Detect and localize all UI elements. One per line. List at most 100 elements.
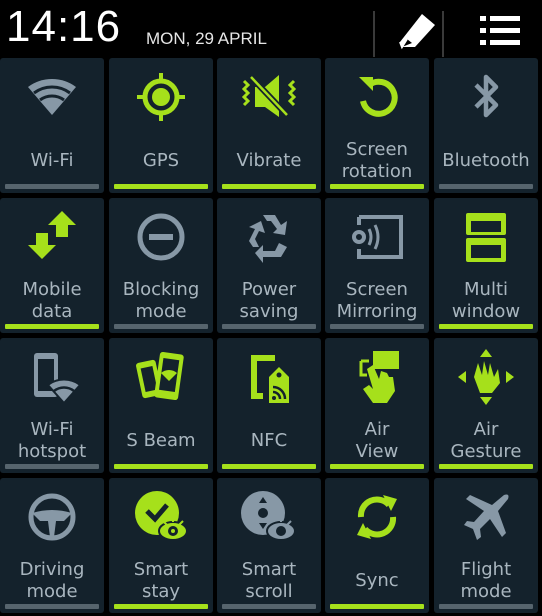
toggle-label: Smart scroll [217, 559, 321, 603]
s-beam-icon [109, 348, 213, 406]
toggle-label: Air Gesture [434, 419, 538, 463]
toggle-s-beam[interactable]: S Beam [109, 338, 213, 473]
toggle-flight-mode[interactable]: Flight mode [434, 478, 538, 613]
toggle-label-line: Wi-Fi [30, 150, 74, 171]
toggle-state-indicator [439, 184, 533, 189]
toggle-label-line: rotation [341, 161, 413, 182]
toggle-label: Power saving [217, 279, 321, 323]
toggle-driving-mode[interactable]: Driving mode [0, 478, 104, 613]
toggle-state-indicator [222, 464, 316, 469]
steering-wheel-icon [0, 488, 104, 546]
toggle-state-indicator [114, 184, 208, 189]
recycle-icon [217, 208, 321, 266]
divider [373, 11, 375, 57]
toggle-label-line: Multi [464, 279, 508, 300]
toggle-label: Screen Mirroring [325, 279, 429, 323]
toggle-label-line: Mobile [22, 279, 82, 300]
toggle-power-saving[interactable]: Power saving [217, 198, 321, 333]
toggle-state-indicator [330, 464, 424, 469]
toggle-label-line: hotspot [17, 441, 87, 462]
toggle-label-line: Screen [346, 279, 408, 300]
toggle-state-indicator [222, 604, 316, 609]
toggle-wifi[interactable]: Wi-Fi [0, 58, 104, 193]
toggle-state-indicator [5, 604, 99, 609]
toggle-label-line: NFC [250, 430, 288, 451]
toggle-label-line: Driving [19, 559, 85, 580]
edit-button[interactable] [390, 8, 442, 54]
toggle-vibrate[interactable]: Vibrate [217, 58, 321, 193]
toggle-label-line: mode [135, 301, 187, 322]
toggle-state-indicator [439, 604, 533, 609]
toggle-sync[interactable]: Sync [325, 478, 429, 613]
hotspot-icon [0, 348, 104, 406]
toggle-nfc[interactable]: NFC [217, 338, 321, 473]
toggle-air-view[interactable]: Air View [325, 338, 429, 473]
toggle-label: Sync [325, 570, 429, 592]
toggle-label-line: stay [141, 581, 181, 602]
data-arrows-icon [0, 208, 104, 266]
clock: 14:16 [6, 2, 122, 51]
toggle-label-line: Power [241, 279, 297, 300]
toggle-label: Wi-Fi hotspot [0, 419, 104, 463]
toggle-wifi-hotspot[interactable]: Wi-Fi hotspot [0, 338, 104, 473]
toggle-smart-stay[interactable]: Smart stay [109, 478, 213, 613]
status-bar: 14:16 MON, 29 APRIL [0, 0, 542, 58]
list-button[interactable] [474, 8, 526, 54]
toggle-smart-scroll[interactable]: Smart scroll [217, 478, 321, 613]
toggle-bluetooth[interactable]: Bluetooth [434, 58, 538, 193]
toggle-state-indicator [439, 464, 533, 469]
toggle-label-line: Flight [460, 559, 512, 580]
toggle-state-indicator [5, 464, 99, 469]
toggle-label: Smart stay [109, 559, 213, 603]
toggle-label-line: Sync [355, 570, 399, 591]
toggle-state-indicator [5, 324, 99, 329]
toggle-label-line: Wi-Fi [30, 419, 74, 440]
toggle-label-line: mode [460, 581, 512, 602]
smart-scroll-icon [217, 488, 321, 546]
toggle-label: Screen rotation [325, 139, 429, 183]
toggle-screen-rotation[interactable]: Screen rotation [325, 58, 429, 193]
toggle-label-line: Gesture [450, 441, 522, 462]
multi-window-icon [434, 208, 538, 266]
toggle-state-indicator [439, 324, 533, 329]
mirroring-icon [325, 208, 429, 266]
toggle-label-line: Mirroring [336, 301, 418, 322]
toggle-label-line: S Beam [126, 430, 196, 451]
toggle-screen-mirroring[interactable]: Screen Mirroring [325, 198, 429, 333]
toggle-label: GPS [109, 150, 213, 172]
toggle-state-indicator [330, 324, 424, 329]
toggle-label: Bluetooth [434, 150, 538, 172]
smart-stay-icon [109, 488, 213, 546]
toggle-label-line: Screen [346, 139, 408, 160]
block-icon [109, 208, 213, 266]
toggle-state-indicator [330, 184, 424, 189]
toggle-label-line: Smart [133, 559, 189, 580]
gps-icon [109, 68, 213, 126]
toggle-state-indicator [114, 604, 208, 609]
rotate-icon [325, 68, 429, 126]
toggle-air-gesture[interactable]: Air Gesture [434, 338, 538, 473]
sync-icon [325, 488, 429, 546]
pencil-icon [399, 14, 435, 50]
toggle-mobile-data[interactable]: Mobile data [0, 198, 104, 333]
toggle-label: Air View [325, 419, 429, 463]
toggle-label: Multi window [434, 279, 538, 323]
toggle-label: Flight mode [434, 559, 538, 603]
air-gesture-icon [434, 348, 538, 406]
divider [442, 11, 444, 57]
toggle-label-line: mode [26, 581, 78, 602]
toggle-label-line: GPS [142, 150, 180, 171]
toggle-label: NFC [217, 430, 321, 452]
toggle-label-line: Vibrate [236, 150, 302, 171]
toggle-state-indicator [5, 184, 99, 189]
toggle-label-line: window [451, 301, 521, 322]
toggle-multi-window[interactable]: Multi window [434, 198, 538, 333]
toggle-state-indicator [114, 464, 208, 469]
toggle-blocking-mode[interactable]: Blocking mode [109, 198, 213, 333]
toggle-gps[interactable]: GPS [109, 58, 213, 193]
nfc-icon [217, 348, 321, 406]
toggle-label: Wi-Fi [0, 150, 104, 172]
airplane-icon [434, 488, 538, 546]
toggle-label-line: Smart [241, 559, 297, 580]
toggle-label: Mobile data [0, 279, 104, 323]
